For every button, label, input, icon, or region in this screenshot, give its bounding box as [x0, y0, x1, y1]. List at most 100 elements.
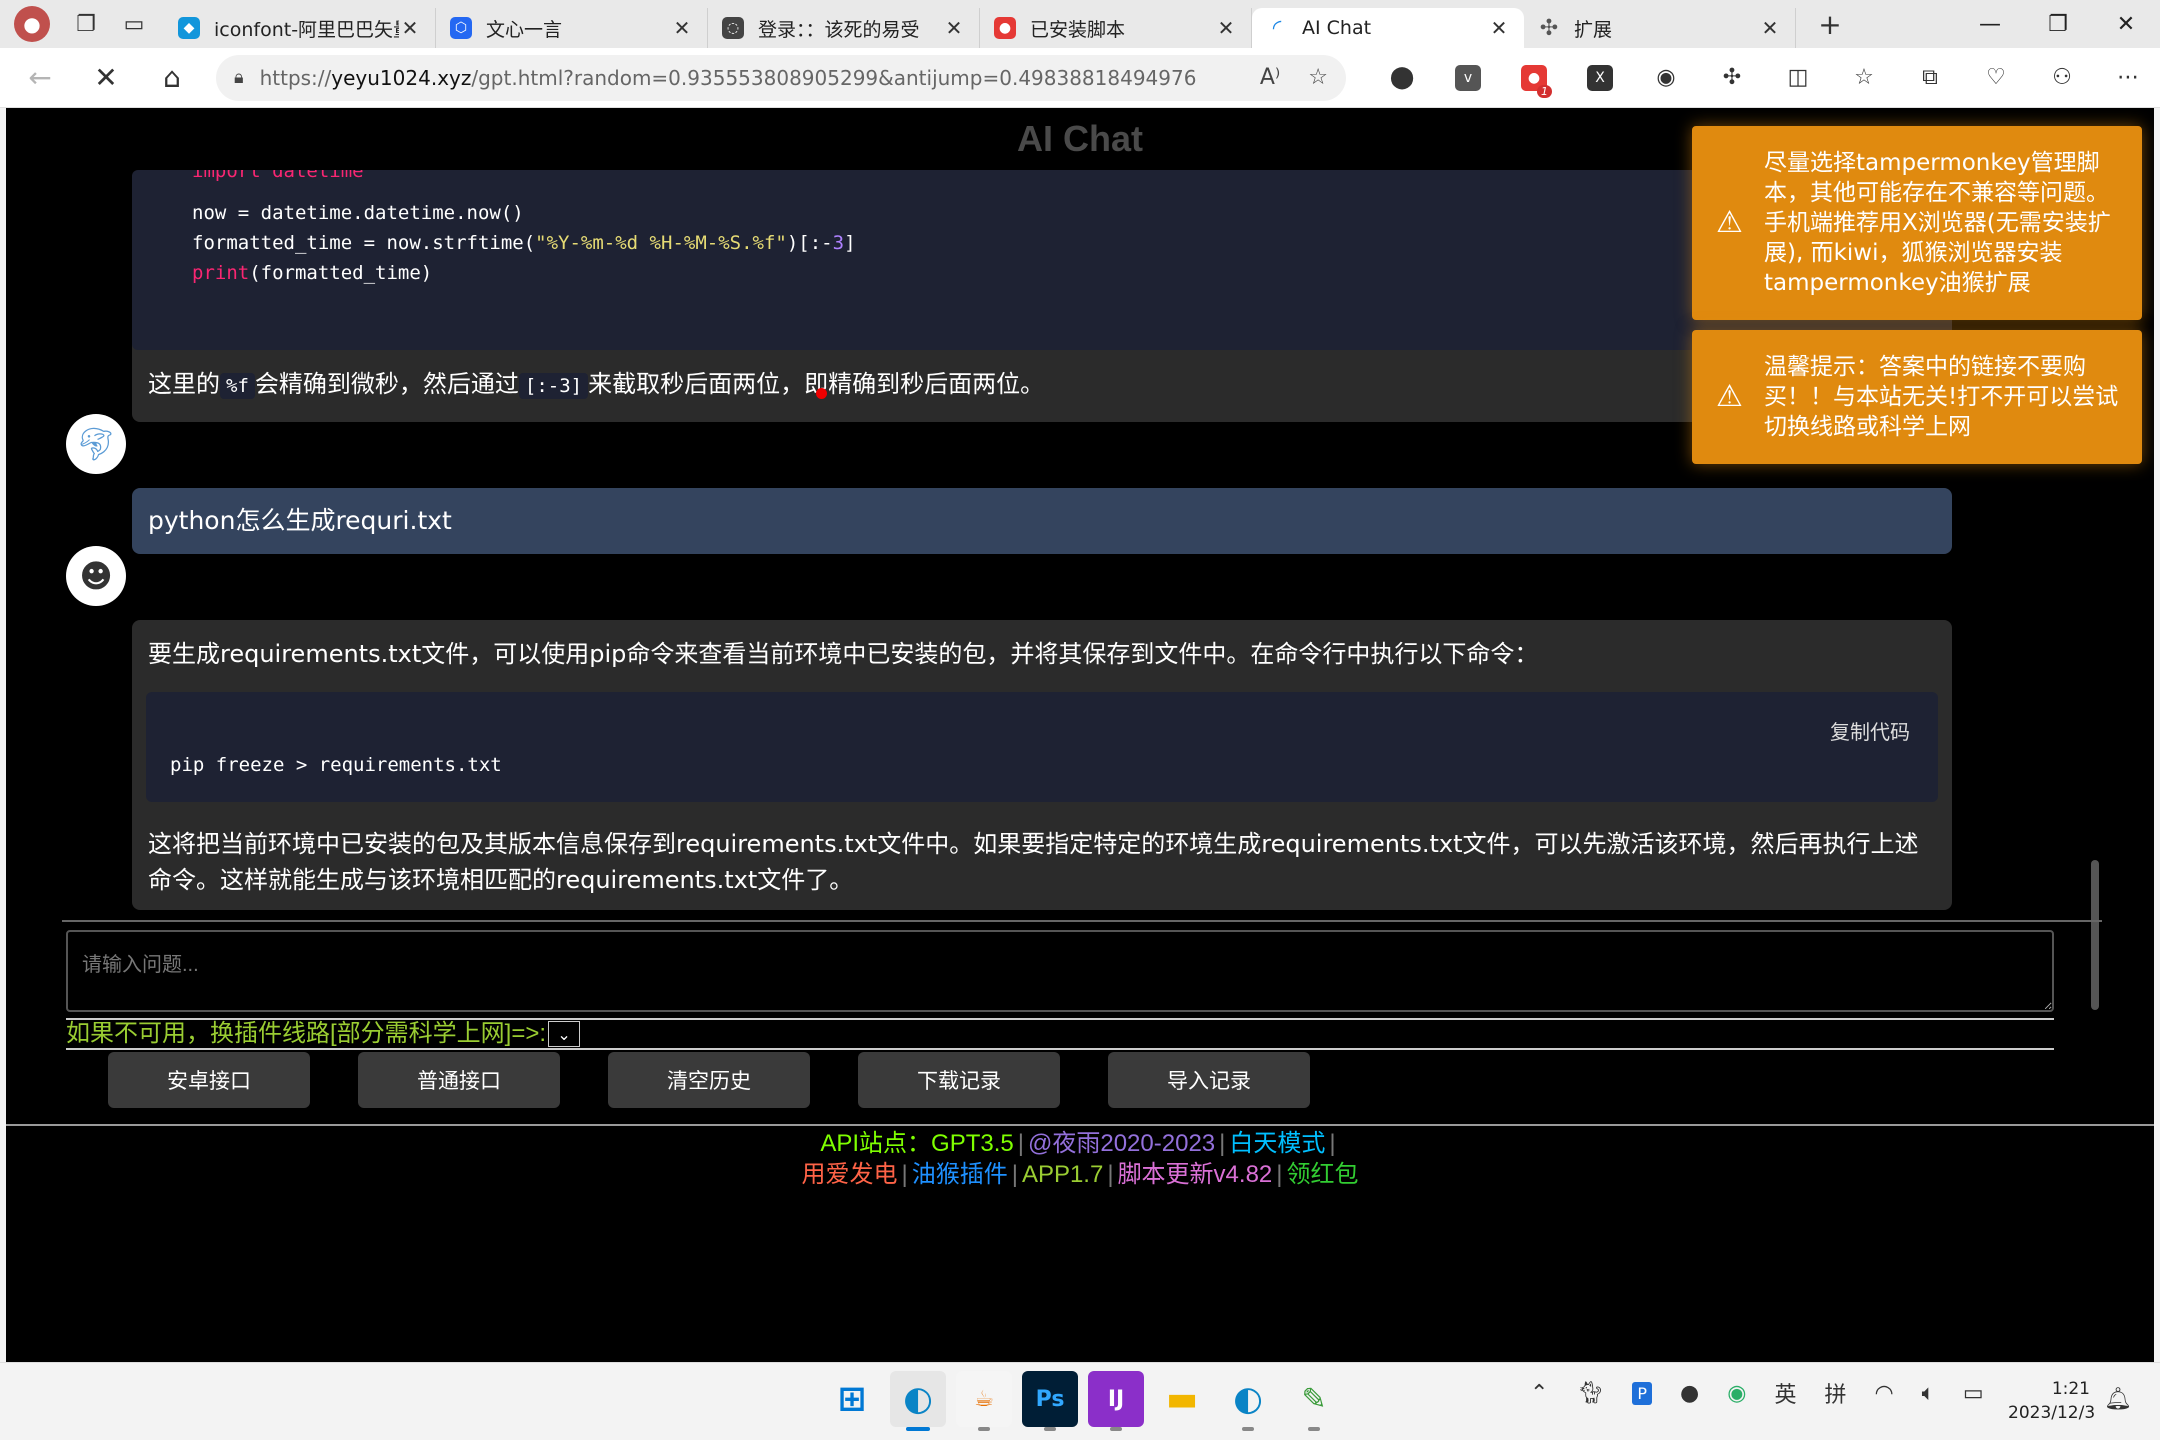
clock-time: 1:21: [2051, 1379, 2090, 1399]
tab-installed-scripts[interactable]: ● 已安装脚本 ✕: [980, 8, 1252, 48]
tab-extensions[interactable]: ✣ 扩展 ✕: [1524, 8, 1796, 48]
close-icon[interactable]: ✕: [1488, 16, 1510, 40]
tampermonkey-icon: ●: [994, 17, 1016, 39]
code-block: import datetime now = datetime.datetime.…: [132, 170, 1952, 350]
power-by-love-link[interactable]: 用爱发电: [801, 1161, 897, 1188]
home-icon[interactable]: ⌂: [146, 56, 198, 100]
minimize-icon[interactable]: —: [1956, 0, 2024, 48]
battery-icon[interactable]: ▭: [1963, 1381, 1984, 1406]
close-icon[interactable]: ✕: [1215, 16, 1237, 40]
taskbar-apps: ⊞ ◐ ☕︎ Ps IJ ▬ ◐ ✎: [824, 1371, 1352, 1431]
dark-extension-icon[interactable]: ◉: [1642, 56, 1690, 100]
extensions-puzzle-icon[interactable]: ✣: [1708, 56, 1756, 100]
android-api-button[interactable]: 安卓接口: [108, 1052, 310, 1108]
windows-start-icon[interactable]: ⊞: [824, 1371, 880, 1427]
code-line: now = datetime.datetime.now(): [192, 202, 524, 224]
window-controls: — ❐ ✕: [1956, 0, 2160, 48]
notification-toast[interactable]: ⚠ 尽量选择tampermonkey管理脚本，其他可能存在不兼容等问题。手机端推…: [1692, 126, 2142, 320]
ime-mode[interactable]: 拼: [1824, 1377, 1846, 1409]
vertical-tabs-icon[interactable]: ▭: [116, 6, 152, 42]
tab-ai-chat[interactable]: ◜ AI Chat ✕: [1252, 8, 1524, 48]
code-line: pip freeze > requirements.txt: [170, 754, 502, 776]
script-update-link[interactable]: 脚本更新v4.82: [1118, 1161, 1273, 1188]
question-input[interactable]: [66, 930, 2054, 1012]
scrollbar-thumb[interactable]: [2091, 860, 2099, 1010]
user-message: python怎么生成requri.txt: [132, 488, 1952, 554]
favorites-icon[interactable]: ☆: [1840, 56, 1888, 100]
read-aloud-icon[interactable]: A⁾: [1260, 65, 1280, 90]
wechat-icon[interactable]: ◉: [1727, 1381, 1746, 1406]
tab-title: AI Chat: [1302, 17, 1372, 39]
tab-wenxin[interactable]: ⬡ 文心一言 ✕: [436, 8, 708, 48]
x-extension-icon[interactable]: X: [1576, 56, 1624, 100]
code-line: print(formatted_time): [192, 262, 433, 284]
profile-share-icon[interactable]: ⚇: [2038, 56, 2086, 100]
wifi-icon[interactable]: ◠: [1874, 1381, 1893, 1406]
toast-text: 温馨提示：答案中的链接不要购买！！与本站无关!打不开可以尝试切换线路或科学上网: [1764, 354, 2119, 440]
restore-icon[interactable]: ❐: [2024, 0, 2092, 48]
workspaces-icon[interactable]: ❐: [68, 6, 104, 42]
circle-extension-icon[interactable]: ⬤: [1378, 56, 1426, 100]
tab-title: 已安装脚本: [1030, 18, 1126, 41]
message-text: 这里的 %f 会精确到微秒，然后通过 [:-3] 来截取秒后面两位，即精确到秒后面两位。: [148, 370, 1045, 399]
chevron-up-icon[interactable]: ⌃: [1530, 1381, 1548, 1406]
back-arrow-icon[interactable]: ←: [14, 56, 66, 100]
tab-iconfont[interactable]: ◆ iconfont-阿里巴巴矢量 ✕: [164, 8, 436, 48]
edge-browser-icon[interactable]: ◐: [890, 1371, 946, 1431]
cat-icon[interactable]: 🐈︎: [1576, 1381, 1604, 1406]
app-link[interactable]: APP1.7: [1022, 1161, 1103, 1188]
tab-title: iconfont-阿里巴巴矢量: [214, 18, 399, 41]
java-app-icon[interactable]: ☕︎: [956, 1371, 1012, 1431]
collections-icon[interactable]: ⧉: [1906, 56, 1954, 100]
browser-essentials-icon[interactable]: ♡: [1972, 56, 2020, 100]
v-extension-icon[interactable]: v: [1444, 56, 1492, 100]
stop-loading-icon[interactable]: ✕: [80, 56, 132, 100]
red-packet-link[interactable]: 领红包: [1287, 1161, 1359, 1188]
clear-history-button[interactable]: 清空历史: [608, 1052, 810, 1108]
file-explorer-icon[interactable]: ▬: [1154, 1371, 1210, 1427]
favorite-star-icon[interactable]: ☆: [1308, 65, 1328, 90]
qq-icon[interactable]: ●: [1680, 1381, 1699, 1406]
message-text: 这将把当前环境中已安装的包及其版本信息保存到requirements.txt文件…: [148, 830, 1919, 894]
split-screen-icon[interactable]: ◫: [1774, 56, 1822, 100]
photoshop-icon[interactable]: Ps: [1022, 1371, 1078, 1431]
code-line: formatted_time = now.strftime("%Y-%m-%d …: [192, 232, 856, 254]
tab-title: 文心一言: [486, 18, 563, 41]
loading-spinner-icon: ◜: [1272, 15, 1282, 41]
action-buttons: 安卓接口 普通接口 清空历史 下载记录 导入记录: [108, 1052, 1358, 1108]
profile-avatar[interactable]: ●: [14, 6, 50, 42]
lock-icon[interactable]: 🔒︎: [234, 67, 244, 88]
author-link[interactable]: @夜雨2020-2023: [1028, 1130, 1215, 1157]
notification-toast[interactable]: ⚠ 温馨提示：答案中的链接不要购买！！与本站无关!打不开可以尝试切换线路或科学上…: [1692, 330, 2142, 464]
intellij-icon[interactable]: IJ: [1088, 1371, 1144, 1431]
clock[interactable]: 1:21 2023/12/3: [2008, 1377, 2095, 1425]
notification-bell-icon[interactable]: 🔔︎: [2104, 1387, 2132, 1412]
toast-text: 尽量选择tampermonkey管理脚本，其他可能存在不兼容等问题。手机端推荐用…: [1764, 150, 2111, 296]
tab-title: 扩展: [1574, 18, 1613, 41]
volume-icon[interactable]: 🔈︎: [1922, 1381, 1935, 1406]
notepad-icon[interactable]: ✎: [1286, 1371, 1342, 1431]
userscript-plugin-link[interactable]: 油猴插件: [912, 1161, 1008, 1188]
url-text[interactable]: https://yeyu1024.xyz/gpt.html?random=0.9…: [260, 66, 1232, 90]
edge-browser-icon-2[interactable]: ◐: [1220, 1371, 1276, 1431]
wenxin-icon: ⬡: [450, 17, 472, 39]
download-records-button[interactable]: 下载记录: [858, 1052, 1060, 1108]
tampermonkey-extension-icon[interactable]: ● 1: [1510, 56, 1558, 100]
close-icon[interactable]: ✕: [943, 16, 965, 40]
puzzle-icon: ✣: [1539, 15, 1559, 41]
p-app-icon[interactable]: P: [1632, 1381, 1653, 1405]
close-window-icon[interactable]: ✕: [2092, 0, 2160, 48]
copy-code-button[interactable]: 复制代码: [1830, 718, 1910, 748]
more-menu-icon[interactable]: ⋯: [2104, 56, 2152, 100]
day-mode-link[interactable]: 白天模式: [1229, 1130, 1325, 1157]
close-icon[interactable]: ✕: [1759, 16, 1781, 40]
normal-api-button[interactable]: 普通接口: [358, 1052, 560, 1108]
new-tab-button[interactable]: +: [1810, 4, 1850, 44]
import-records-button[interactable]: 导入记录: [1108, 1052, 1310, 1108]
address-bar[interactable]: 🔒︎ https://yeyu1024.xyz/gpt.html?random=…: [216, 54, 1346, 101]
close-icon[interactable]: ✕: [671, 16, 693, 40]
tab-login[interactable]: ◌ 登录：：该死的易受 ✕: [708, 8, 980, 48]
ime-language[interactable]: 英: [1774, 1377, 1796, 1409]
close-icon[interactable]: ✕: [399, 16, 421, 40]
route-dropdown[interactable]: ⌄: [548, 1021, 581, 1047]
